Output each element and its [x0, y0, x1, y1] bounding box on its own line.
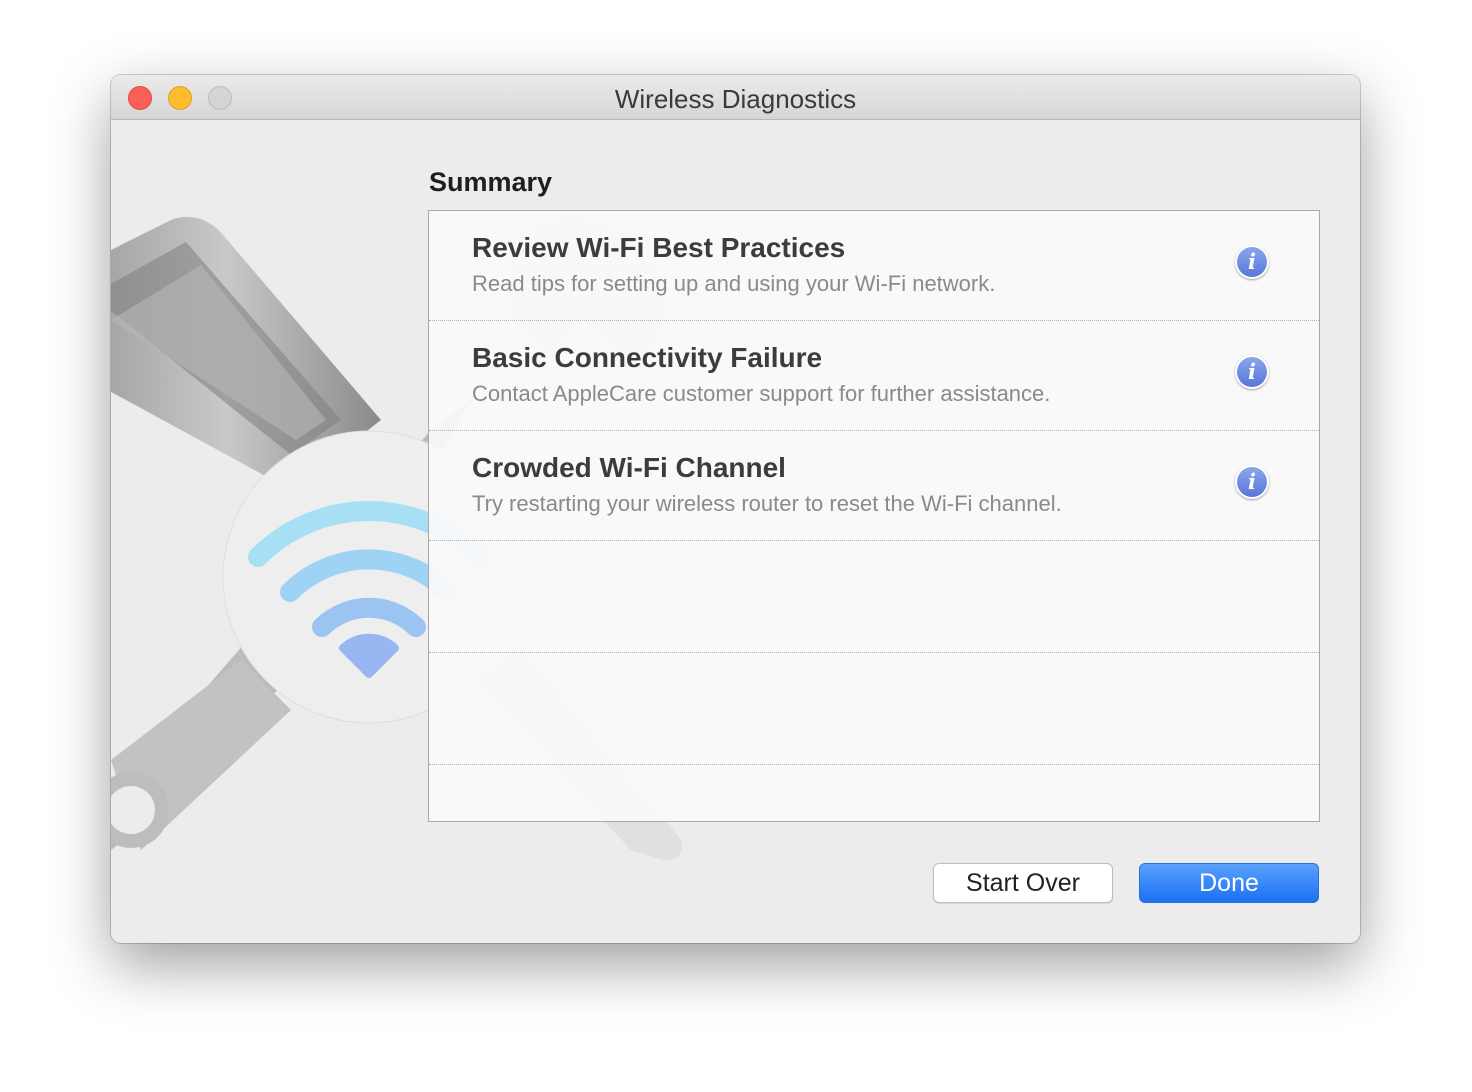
- window-title: Wireless Diagnostics: [614, 84, 857, 114]
- result-title: Review Wi-Fi Best Practices: [472, 232, 846, 263]
- info-button[interactable]: i: [1235, 245, 1269, 279]
- title-bar[interactable]: Wireless Diagnostics: [111, 75, 1360, 120]
- empty-row: [429, 653, 1319, 765]
- info-button[interactable]: i: [1235, 465, 1269, 499]
- summary-heading: Summary: [429, 167, 553, 197]
- info-icon: i: [1237, 467, 1267, 497]
- empty-row: [429, 541, 1319, 653]
- result-title: Crowded Wi-Fi Channel: [472, 452, 786, 483]
- result-description: Read tips for setting up and using your …: [472, 271, 996, 296]
- done-button[interactable]: Done: [1139, 863, 1319, 903]
- info-button[interactable]: i: [1235, 355, 1269, 389]
- diagnostics-window: Wireless Diagnostics Summary Review Wi-F…: [111, 75, 1360, 943]
- result-title: Basic Connectivity Failure: [472, 342, 823, 373]
- start-over-button[interactable]: Start Over: [933, 863, 1113, 903]
- result-row[interactable]: Review Wi-Fi Best Practices Read tips fo…: [429, 211, 1319, 321]
- info-icon: i: [1237, 247, 1267, 277]
- result-description: Contact AppleCare customer support for f…: [472, 381, 1051, 406]
- result-row[interactable]: Basic Connectivity Failure Contact Apple…: [429, 321, 1319, 431]
- diagnostics-results-table: Review Wi-Fi Best Practices Read tips fo…: [428, 210, 1320, 822]
- result-row[interactable]: Crowded Wi-Fi Channel Try restarting you…: [429, 431, 1319, 541]
- result-description: Try restarting your wireless router to r…: [472, 491, 1062, 516]
- info-icon: i: [1237, 357, 1267, 387]
